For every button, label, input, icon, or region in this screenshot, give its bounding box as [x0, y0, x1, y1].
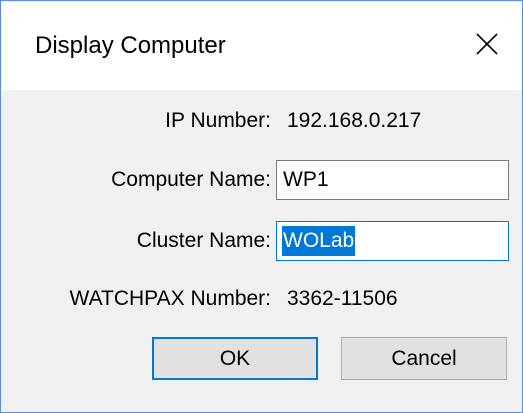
title-bar: Display Computer — [2, 2, 522, 90]
ip-number-label: IP Number: — [165, 109, 271, 132]
cancel-button[interactable]: Cancel — [341, 337, 507, 380]
ip-number-value: 192.168.0.217 — [287, 109, 422, 132]
close-icon — [476, 33, 498, 55]
watchpax-number-value: 3362-11506 — [287, 287, 398, 310]
close-button[interactable] — [456, 2, 522, 90]
cluster-name-label: Cluster Name: — [136, 229, 271, 252]
display-computer-dialog: Display Computer IP Number: 192.168.0.21… — [0, 0, 523, 413]
watchpax-number-label: WATCHPAX Number: — [69, 287, 271, 310]
cluster-name-field[interactable]: WOLab — [276, 221, 509, 261]
dialog-body: IP Number: 192.168.0.217 Computer Name: … — [2, 90, 522, 412]
window-title: Display Computer — [35, 32, 226, 59]
ok-button[interactable]: OK — [152, 337, 318, 380]
computer-name-field[interactable]: WP1 — [276, 160, 509, 200]
computer-name-text: WP1 — [283, 168, 329, 191]
computer-name-label: Computer Name: — [111, 168, 271, 191]
cluster-name-text: WOLab — [282, 226, 356, 256]
